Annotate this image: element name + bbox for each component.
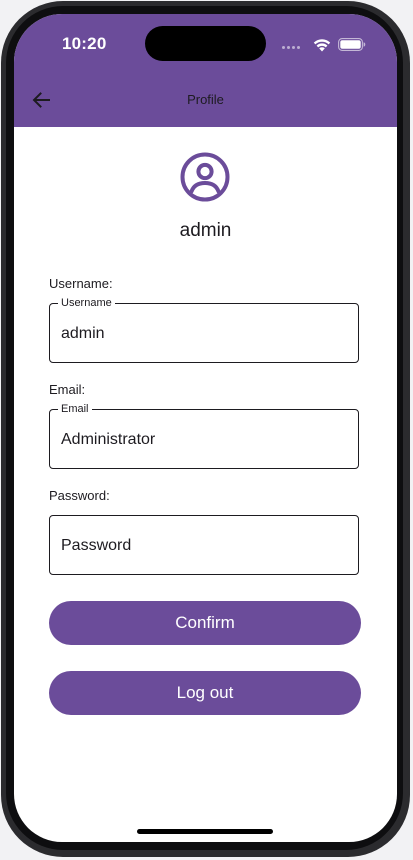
app-bar: 10:20 Profile <box>14 14 397 127</box>
email-value: Administrator <box>61 431 156 448</box>
cellular-signal-icon <box>282 46 304 50</box>
screen: 10:20 Profile admin Username: Username a… <box>14 14 397 842</box>
profile-username: admin <box>179 220 232 241</box>
username-field[interactable]: Username admin <box>49 296 359 363</box>
account-circle-icon <box>180 152 230 202</box>
username-label: Username: <box>49 276 113 291</box>
wifi-icon <box>313 39 331 52</box>
battery-icon <box>338 38 366 51</box>
password-field[interactable]: Password <box>49 515 359 575</box>
username-value: admin <box>61 325 105 342</box>
email-floating-label: Email <box>58 402 92 416</box>
status-time: 10:20 <box>62 34 107 53</box>
home-indicator[interactable] <box>137 829 273 834</box>
email-label: Email: <box>49 382 86 397</box>
device: 10:20 Profile admin Username: Username a… <box>0 0 413 860</box>
logout-button[interactable]: Log out <box>49 671 361 715</box>
password-placeholder: Password <box>61 537 132 554</box>
page-title: Profile <box>187 92 224 107</box>
confirm-button[interactable]: Confirm <box>49 601 361 645</box>
dynamic-island <box>145 26 266 61</box>
username-floating-label: Username <box>58 296 115 310</box>
password-label: Password: <box>49 488 110 503</box>
email-field[interactable]: Email Administrator <box>49 402 359 469</box>
